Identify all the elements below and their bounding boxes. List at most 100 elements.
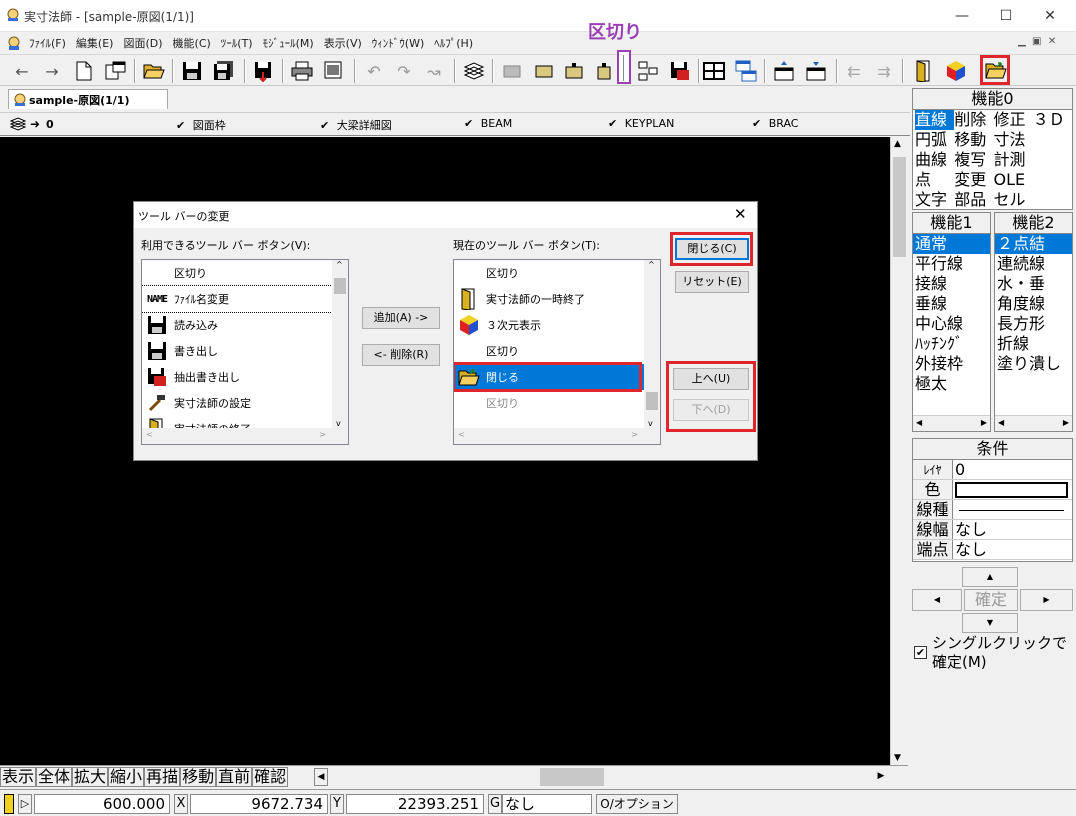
current-hscroll[interactable]: < >: [454, 428, 660, 444]
print-icon[interactable]: [290, 59, 314, 83]
function0-cell[interactable]: 点: [915, 170, 954, 190]
dialog-close-button[interactable]: 閉じる(C): [675, 238, 749, 260]
condition-row[interactable]: 色: [913, 480, 1072, 500]
arrow-left-button[interactable]: ◀: [912, 589, 962, 611]
function0-cell[interactable]: 直線: [915, 110, 955, 130]
scroll-up-icon[interactable]: ▲: [894, 139, 901, 149]
func2-item[interactable]: 塗り潰し: [995, 354, 1072, 374]
y-coordinate[interactable]: 22393.251: [346, 794, 484, 814]
new-file-icon[interactable]: [72, 59, 96, 83]
g-value[interactable]: なし: [502, 794, 592, 814]
move-down-window-icon[interactable]: [804, 59, 828, 83]
rect-select-icon[interactable]: [532, 59, 556, 83]
current-buttons-list[interactable]: 区切り 実寸法師の一時終了 ３次元表示 区切り 閉じる 区切り ^ v < >: [453, 259, 661, 445]
menu-item[interactable]: ﾍﾙﾌﾟ(H): [429, 32, 478, 54]
list-item[interactable]: 抽出書き出し: [142, 364, 332, 390]
list-item[interactable]: 実寸法師の設定: [142, 390, 332, 416]
line-type-sample[interactable]: [959, 510, 1064, 511]
color-swatch[interactable]: [955, 482, 1068, 498]
menu-item[interactable]: 編集(E): [71, 32, 119, 54]
move-up-button[interactable]: 上へ(U): [673, 368, 749, 390]
condition-row[interactable]: 端点 なし: [913, 540, 1072, 560]
function0-cell[interactable]: 部品: [954, 190, 993, 210]
scroll-thumb[interactable]: [646, 392, 658, 410]
menu-item[interactable]: ﾌｧｲﾙ(F): [24, 32, 71, 54]
view-button[interactable]: 直前: [216, 767, 253, 787]
repeat-icon[interactable]: ↝: [422, 59, 446, 83]
list-item[interactable]: 閉じる: [454, 362, 644, 392]
available-buttons-list[interactable]: 区切りNAMEﾌｧｲﾙ名変更読み込み書き出し抽出書き出し実寸法師の設定実寸法師の…: [141, 259, 349, 445]
forward-arrow-icon[interactable]: →: [40, 59, 64, 83]
function0-cell[interactable]: 文字: [915, 190, 954, 210]
mdi-controls[interactable]: ▁ ▣ ✕: [1018, 36, 1056, 47]
list-item[interactable]: 区切り: [142, 260, 332, 286]
function0-cell[interactable]: 削除: [954, 110, 993, 130]
function0-cell[interactable]: 複写: [954, 150, 993, 170]
function0-cell[interactable]: ３Ｄ: [1033, 110, 1072, 130]
func1-item[interactable]: 平行線: [913, 254, 990, 274]
move-up-window-icon[interactable]: [772, 59, 796, 83]
view-button[interactable]: 移動: [180, 767, 217, 787]
view-button[interactable]: 再描: [144, 767, 181, 787]
func2-item[interactable]: 折線: [995, 334, 1072, 354]
function0-cell[interactable]: 曲線: [915, 150, 954, 170]
scroll-down-icon[interactable]: v: [336, 419, 341, 428]
undo-icon[interactable]: ↶: [362, 59, 386, 83]
list-item[interactable]: 実寸法師の一時終了: [454, 286, 644, 312]
print-preview-icon[interactable]: [322, 59, 346, 83]
scroll-down-icon[interactable]: v: [648, 419, 653, 428]
menu-item[interactable]: 機能(C): [168, 32, 216, 54]
func1-item[interactable]: ﾊｯﾁﾝｸﾞ: [913, 334, 990, 354]
condition-row[interactable]: 線種: [913, 500, 1072, 520]
layer-toggle[interactable]: ✔ BRAC: [752, 117, 798, 130]
view-button[interactable]: 縮小: [108, 767, 145, 787]
function0-cell[interactable]: 円弧: [915, 130, 954, 150]
menu-item[interactable]: ｳｨﾝﾄﾞｳ(W): [367, 32, 429, 54]
back-arrow-icon[interactable]: ←: [10, 59, 34, 83]
arrow-up-button[interactable]: ▲: [962, 567, 1018, 587]
view-button[interactable]: 確認: [252, 767, 289, 787]
function1-hscroll[interactable]: ◀ ▶: [913, 415, 990, 431]
scroll-thumb[interactable]: [334, 278, 346, 294]
rect-dot-icon[interactable]: [592, 59, 616, 83]
func2-item[interactable]: 長方形: [995, 314, 1072, 334]
save-red-icon[interactable]: [668, 59, 692, 83]
save-all-floppy-icon[interactable]: [212, 59, 236, 83]
available-hscroll[interactable]: < >: [142, 428, 348, 444]
open-folder-icon[interactable]: [142, 59, 166, 83]
door-exit-icon[interactable]: [912, 59, 936, 83]
func2-item[interactable]: ２点結: [995, 234, 1072, 254]
layer-stack-small-icon[interactable]: [9, 117, 27, 134]
move-down-button[interactable]: 下へ(D): [673, 399, 749, 421]
save-floppy-icon[interactable]: [180, 59, 204, 83]
confirm-button[interactable]: 確定: [964, 589, 1018, 611]
layer-toggle[interactable]: ✔ 大梁詳細図: [320, 117, 392, 133]
document-tab[interactable]: sample-原図(1/1): [8, 89, 168, 109]
function0-cell[interactable]: 移動: [954, 130, 993, 150]
available-vscroll[interactable]: ^ v: [332, 260, 348, 428]
view-button[interactable]: 全体: [36, 767, 73, 787]
close-folder-icon[interactable]: [985, 60, 1007, 83]
arrow-down-button[interactable]: ▼: [962, 613, 1018, 633]
hscroll-left-icon[interactable]: ◀: [314, 768, 328, 786]
close-window-button[interactable]: ✕: [1040, 6, 1060, 26]
menu-item[interactable]: 図面(D): [118, 32, 167, 54]
list-item[interactable]: 区切り: [454, 260, 644, 286]
func2-item[interactable]: 角度線: [995, 294, 1072, 314]
layer-toggle[interactable]: ✔ BEAM: [464, 117, 512, 130]
func2-item[interactable]: 水・垂: [995, 274, 1072, 294]
redo-icon[interactable]: ↷: [392, 59, 416, 83]
list-item[interactable]: NAME ﾌｧｲﾙ名変更: [142, 285, 333, 313]
layer-toggle[interactable]: ✔ 図面枠: [176, 117, 226, 133]
list-item[interactable]: 書き出し: [142, 338, 332, 364]
separator-highlight[interactable]: [617, 50, 631, 84]
cube-3d-icon[interactable]: [944, 59, 968, 83]
reset-button[interactable]: リセット(E): [675, 271, 749, 293]
current-vscroll[interactable]: ^ v: [644, 260, 660, 428]
list-item[interactable]: 区切り: [454, 390, 644, 416]
hscroll-right-icon[interactable]: ▶: [874, 768, 888, 786]
list-item[interactable]: 読み込み: [142, 312, 332, 338]
single-click-checkbox[interactable]: ✔: [914, 646, 927, 659]
grey-rect-icon[interactable]: [500, 59, 524, 83]
func1-item[interactable]: 接線: [913, 274, 990, 294]
